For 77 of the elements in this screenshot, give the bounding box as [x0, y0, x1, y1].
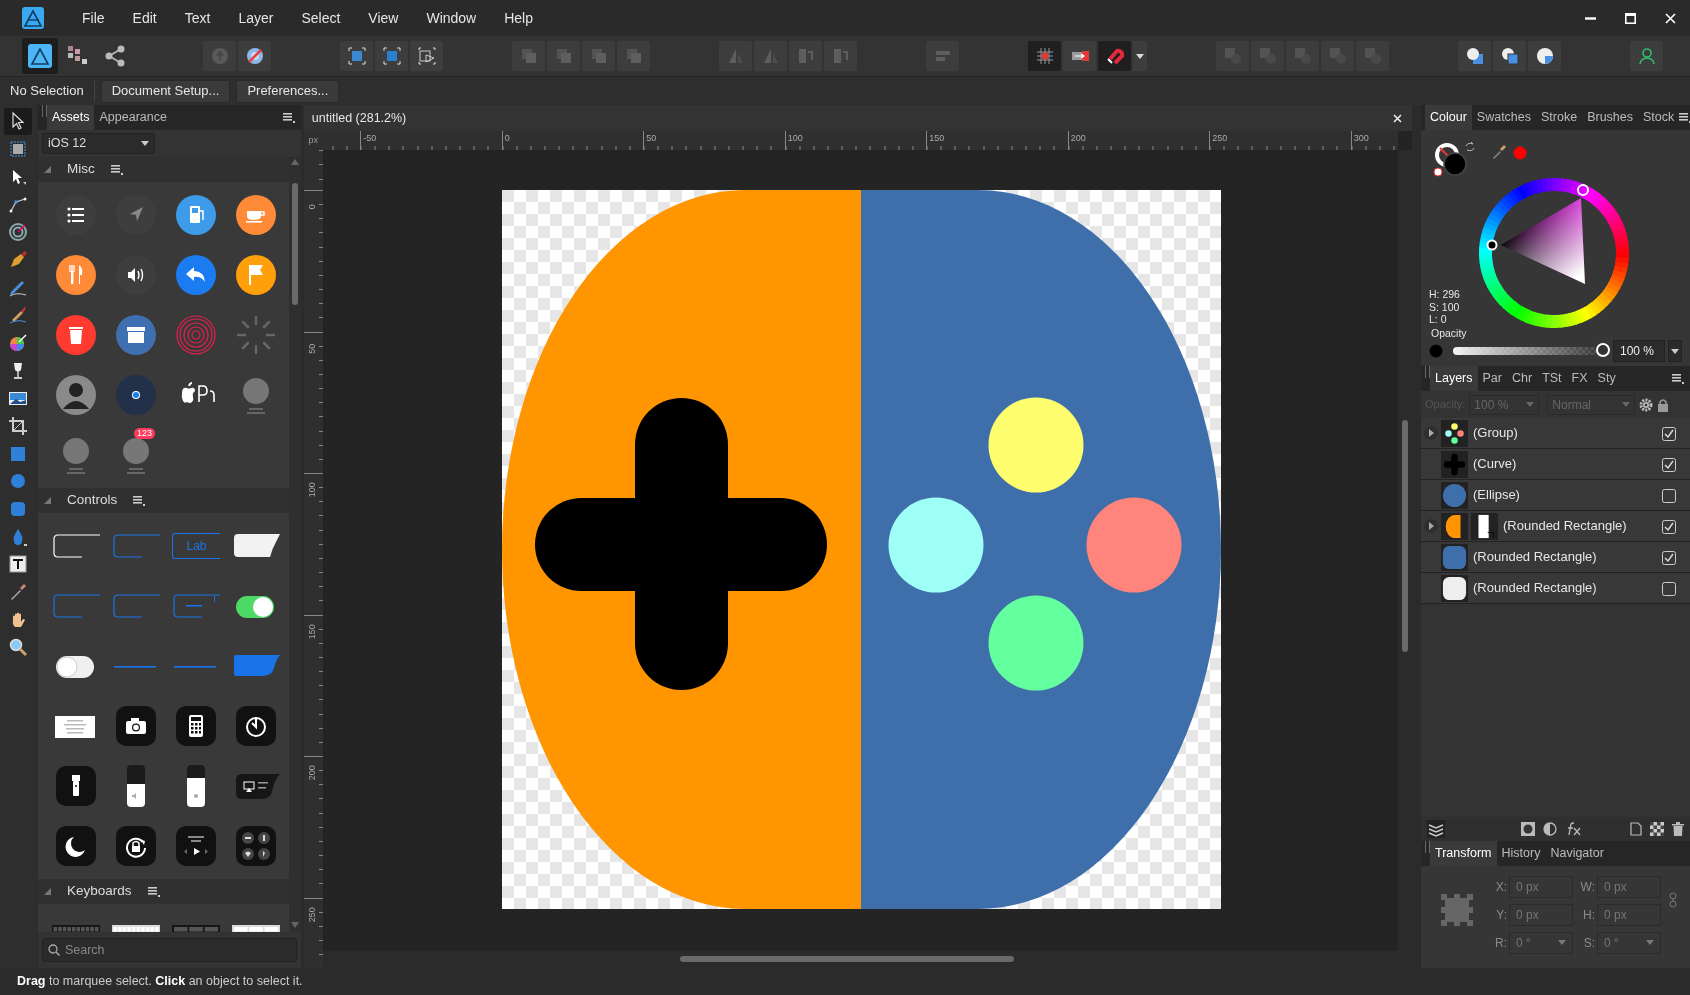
context-button[interactable]: Preferences...: [236, 79, 340, 103]
menu-item[interactable]: Select: [287, 7, 355, 29]
document-tab[interactable]: untitled (281.2%): [303, 105, 1412, 131]
menu-item[interactable]: Help: [490, 7, 547, 29]
layer-name: (Group): [1473, 424, 1518, 443]
ruler-label: 100: [787, 132, 803, 145]
panel-tab[interactable]: Brushes: [1582, 105, 1639, 130]
ruler-label: 150: [306, 622, 319, 641]
section-header[interactable]: Keyboards: [37, 879, 289, 904]
ruler-label: 150: [929, 132, 945, 145]
ruler-label: 0: [504, 132, 510, 145]
panel-tab[interactable]: TSt: [1537, 366, 1567, 391]
field-label: S:: [1582, 934, 1595, 952]
panel-tab[interactable]: Navigator: [1545, 841, 1609, 866]
panel-tab[interactable]: Assets: [46, 105, 95, 130]
panel-tab[interactable]: Layers: [1430, 366, 1478, 391]
search-field[interactable]: Search: [41, 938, 297, 962]
ruler-label: 200: [1070, 132, 1086, 145]
panel-tab[interactable]: History: [1496, 841, 1546, 866]
section-header[interactable]: Misc: [37, 157, 289, 182]
menu-item[interactable]: View: [354, 7, 413, 29]
menu-item[interactable]: Edit: [118, 7, 171, 29]
section-header[interactable]: Controls: [37, 488, 289, 513]
layer-row[interactable]: (Ellipse): [1421, 480, 1690, 511]
panel-tab[interactable]: Stock: [1638, 105, 1680, 130]
ruler-label: 250: [306, 905, 319, 924]
panel-tab[interactable]: Colour: [1425, 105, 1472, 130]
opacity-field[interactable]: 100 %: [1613, 340, 1665, 362]
menu-item[interactable]: Layer: [224, 7, 288, 29]
ruler-label: 0: [306, 203, 319, 212]
panel-tab[interactable]: Chr: [1507, 366, 1538, 391]
panel-tab[interactable]: Swatches: [1471, 105, 1537, 130]
colour-value: L: 0: [1429, 313, 1448, 326]
menu-item[interactable]: File: [68, 7, 119, 29]
section-title: Misc: [66, 160, 95, 179]
ruler-label: 300: [1353, 132, 1369, 145]
field-label: X:: [1494, 879, 1507, 897]
panel-tab[interactable]: FX: [1566, 366, 1593, 391]
colour-value: H: 296: [1429, 288, 1460, 301]
ruler-label: 50: [646, 132, 657, 145]
layer-row[interactable]: (Group): [1421, 418, 1690, 449]
selection-label: No Selection: [10, 81, 95, 101]
field-label: H:: [1582, 907, 1595, 924]
ruler-label: 250: [1212, 132, 1228, 145]
section-title: Controls: [66, 491, 118, 510]
panel-tab[interactable]: Stroke: [1536, 105, 1583, 130]
library-dropdown[interactable]: iOS 12: [41, 133, 155, 154]
layer-name: (Rounded Rectangle): [1473, 548, 1597, 567]
layer-row[interactable]: (Rounded Rectangle): [1421, 511, 1690, 542]
ruler-label: 200: [306, 764, 319, 783]
layer-row[interactable]: (Rounded Rectangle): [1421, 542, 1690, 573]
opacity-label: Opacity: [1431, 326, 1467, 341]
ruler-label: -50: [363, 132, 377, 145]
layer-name: (Ellipse): [1473, 486, 1520, 505]
status-text: Drag to marquee select. Click an object to select it.: [17, 973, 303, 991]
panel-tab[interactable]: Transform: [1430, 841, 1497, 866]
field-label: R:: [1494, 934, 1507, 952]
ruler-label: 100: [306, 481, 319, 500]
layer-name: (Rounded Rectangle): [1503, 517, 1627, 536]
field-label: Y:: [1495, 907, 1507, 924]
layer-row[interactable]: (Curve): [1421, 449, 1690, 480]
layer-name: (Rounded Rectangle): [1473, 579, 1597, 598]
panel-tab[interactable]: Par: [1477, 366, 1507, 391]
panel-tab[interactable]: Sty: [1592, 366, 1621, 391]
layer-name: (Curve): [1473, 455, 1517, 474]
count-badge: 123: [133, 428, 155, 439]
units-label: px: [303, 131, 323, 150]
colour-value: S: 100: [1429, 300, 1460, 313]
ruler-label: 50: [306, 342, 319, 356]
document-title: untitled (281.2%): [311, 109, 407, 127]
menu-item[interactable]: Text: [170, 7, 225, 29]
panel-tab[interactable]: Appearance: [94, 105, 172, 130]
layer-row[interactable]: (Rounded Rectangle): [1421, 573, 1690, 604]
context-button[interactable]: Document Setup...: [100, 79, 231, 103]
section-title: Keyboards: [66, 882, 132, 901]
menu-item[interactable]: Window: [412, 7, 491, 29]
field-label: W:: [1579, 879, 1595, 897]
